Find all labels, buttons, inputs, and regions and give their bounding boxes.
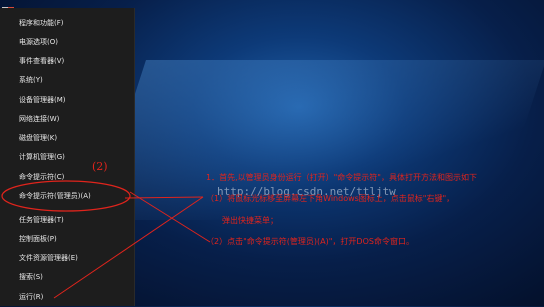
instruction-line-1: 1．首先,以管理员身份运行（打开）"命令提示符"，具体打开方法和图示如下: [206, 173, 477, 182]
instruction-line-4: （2）点击"命令提示符(管理员)(A)"，打开DOS命令窗口。: [206, 237, 414, 246]
annotation-overlay: [1, 180, 211, 299]
pointer-line-to-step1: [124, 196, 204, 199]
pointer-line-to-step2: [129, 191, 211, 243]
highlight-ellipse: [1, 180, 131, 212]
instruction-line-3: 弹出快捷菜单；: [222, 216, 278, 225]
pointer-line-to-corner: [53, 196, 204, 299]
instruction-line-2: （1）将鼠标光标移至屏幕左下角Windows图标上，点击鼠标"右键"，: [206, 194, 455, 203]
step-number-label: (2): [92, 160, 108, 173]
